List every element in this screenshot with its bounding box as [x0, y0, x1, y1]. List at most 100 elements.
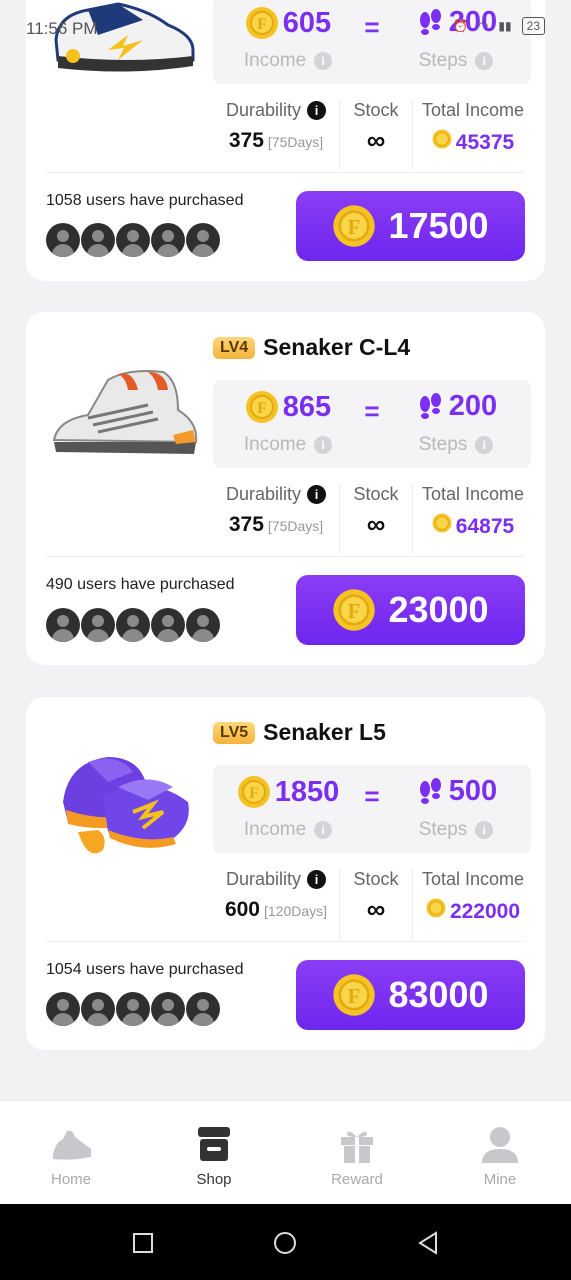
divider [46, 941, 525, 942]
svg-text:F: F [348, 601, 361, 623]
durability-value: 375 [228, 513, 264, 536]
info-icon[interactable]: i [475, 52, 494, 70]
purchased-count: 1054 users have purchased [46, 961, 244, 978]
buy-button[interactable]: F 17500 [296, 191, 525, 261]
info-icon[interactable]: i [314, 821, 333, 839]
total-income-label: Total Income [421, 869, 525, 889]
recents-icon[interactable] [132, 1232, 154, 1254]
price: 83000 [388, 974, 489, 1015]
svg-text:F: F [257, 16, 267, 33]
durability-label: Durability [225, 869, 302, 889]
price: 23000 [388, 589, 489, 630]
shoe-icon [53, 1130, 91, 1160]
avatar [151, 992, 185, 1026]
income-value: 1850 [274, 775, 340, 808]
steps-value: 200 [448, 390, 498, 422]
stock-label: Stock [353, 484, 399, 504]
divider [46, 172, 525, 173]
shoe-image [54, 2, 195, 72]
nav-reward[interactable]: Reward [286, 1101, 428, 1205]
avatar [46, 608, 80, 642]
income-steps-panel: F 605 Income i = 200 Steps i [213, 0, 531, 84]
total-income-value: 45375 [455, 131, 515, 154]
income-label: Income [243, 434, 307, 455]
nav-mine[interactable]: Mine [429, 1101, 571, 1205]
back-icon[interactable] [416, 1231, 440, 1255]
product-card: F 605 Income i = 200 Steps i Durability i 3… [26, 0, 545, 281]
steps-value: 200 [448, 6, 498, 38]
avatar [46, 992, 80, 1026]
user-icon [482, 1127, 518, 1163]
info-icon[interactable]: i [475, 436, 494, 454]
avatar [116, 992, 150, 1026]
avatar [186, 608, 220, 642]
info-icon[interactable]: i [307, 485, 327, 504]
total-income-label: Total Income [421, 484, 525, 504]
info-icon[interactable]: i [307, 870, 327, 889]
buy-button[interactable]: F 83000 [296, 960, 525, 1030]
avatar [81, 992, 115, 1026]
income-label: Income [243, 50, 307, 71]
coin-icon: F [245, 391, 278, 423]
stock-value: ∞ [366, 509, 386, 539]
income-steps-panel: F 865 Income i = 200 Steps i [213, 380, 531, 468]
product-card: LV4 Senaker C-L4 F 865 Income i = 200 Ste… [26, 312, 545, 665]
coin-icon: F [237, 776, 270, 808]
steps-label: Steps [418, 50, 468, 71]
svg-text:F: F [348, 986, 361, 1008]
svg-text:F: F [249, 785, 259, 802]
avatar [116, 608, 150, 642]
info-icon[interactable]: i [314, 436, 333, 454]
nav-home[interactable]: Home [0, 1101, 142, 1205]
price: 17500 [388, 205, 489, 246]
durability-value: 600 [224, 898, 260, 921]
purchased-count: 490 users have purchased [46, 576, 235, 593]
nav-shop[interactable]: Shop [143, 1101, 285, 1205]
info-icon[interactable]: i [314, 52, 333, 70]
durability-days: [75Days] [267, 134, 324, 150]
stock-label: Stock [353, 869, 399, 889]
stock-value: ∞ [366, 894, 386, 924]
avatar [186, 223, 220, 257]
stock-label: Stock [353, 100, 399, 120]
stats-row: Durability i 375 [75Days] Stock ∞ Total In… [213, 484, 531, 554]
coin-icon: F [333, 205, 376, 247]
coin-icon [432, 129, 452, 149]
info-icon[interactable]: i [307, 101, 327, 120]
level-badge: LV5 [213, 721, 256, 744]
nav-label: Home [50, 1171, 91, 1188]
level-badge: LV4 [213, 336, 256, 359]
durability-label: Durability [225, 484, 302, 504]
footprint-icon [419, 777, 441, 804]
svg-text:F: F [348, 217, 361, 239]
income-steps-panel: F 1850 Income i = 500 Steps i [213, 765, 531, 853]
purchased-count: 1058 users have purchased [46, 192, 244, 209]
steps-label: Steps [418, 819, 468, 840]
product-name: Senaker L5 [263, 719, 386, 745]
bottom-nav: Home Shop Reward Mine [0, 1100, 571, 1204]
nav-label: Mine [483, 1171, 517, 1188]
stats-row: Durability i 375 [75Days] Stock ∞ Total In… [213, 100, 531, 170]
avatar [116, 223, 150, 257]
coin-icon: F [245, 7, 278, 39]
avatar [46, 223, 80, 257]
avatar [186, 992, 220, 1026]
durability-days: [120Days] [264, 903, 328, 919]
total-income-value: 222000 [449, 900, 521, 923]
info-icon[interactable]: i [475, 821, 494, 839]
gift-icon [341, 1131, 373, 1163]
durability-value: 375 [228, 129, 264, 152]
buyer-avatars [46, 992, 220, 1026]
home-icon[interactable] [273, 1231, 297, 1255]
total-income-label: Total Income [421, 100, 525, 120]
steps-value: 500 [448, 775, 498, 807]
durability-days: [75Days] [267, 518, 324, 534]
shop-icon [198, 1127, 230, 1161]
equals-sign: = [364, 781, 380, 811]
buyer-avatars [46, 223, 220, 257]
buy-button[interactable]: F 23000 [296, 575, 525, 645]
income-value: 605 [282, 6, 332, 39]
avatar [81, 608, 115, 642]
divider [46, 556, 525, 557]
buyer-avatars [46, 608, 220, 642]
